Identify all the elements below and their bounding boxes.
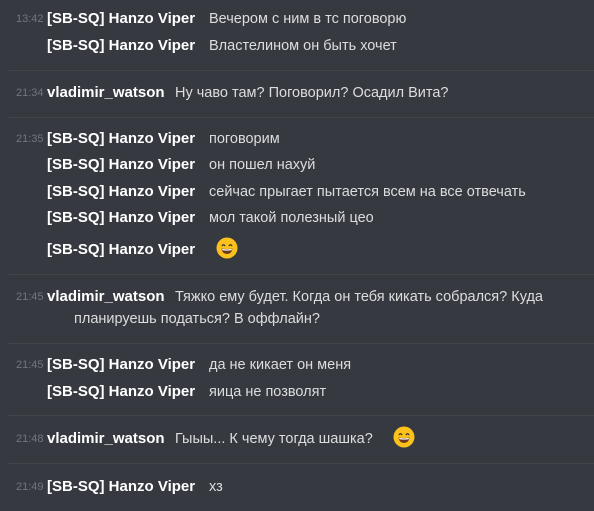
timestamp: 21:48: [16, 433, 44, 445]
message-text: Властелином он быть хочет: [209, 38, 397, 54]
message-divider: [8, 343, 594, 344]
message-text: хз: [209, 479, 223, 495]
timestamp: 21:35: [16, 133, 44, 145]
message-text: планируешь податься? В оффлайн?: [74, 311, 320, 327]
author-name[interactable]: [SB-SQ] Hanzo Viper: [47, 477, 195, 497]
message-text: Тяжко ему будет. Когда он тебя кикать со…: [175, 289, 543, 305]
grinning-face-icon: [389, 426, 415, 448]
timestamp: 21:45: [16, 291, 44, 303]
timestamp: 13:42: [16, 13, 44, 25]
message-divider: [8, 463, 594, 464]
author-name[interactable]: [SB-SQ] Hanzo Viper: [47, 155, 195, 175]
author-name[interactable]: [SB-SQ] Hanzo Viper: [47, 240, 195, 260]
message-text: сейчас прыгает пытается всем на все отве…: [209, 184, 526, 200]
author-name[interactable]: [SB-SQ] Hanzo Viper: [47, 9, 195, 29]
message-text: да не кикает он меня: [209, 357, 352, 373]
message-text: поговорим: [209, 131, 280, 147]
message-text: Вечером с ним в тс поговорю: [209, 11, 407, 27]
author-name[interactable]: [SB-SQ] Hanzo Viper: [47, 208, 195, 228]
timestamp: 21:49: [16, 481, 44, 493]
author-name[interactable]: [SB-SQ] Hanzo Viper: [47, 382, 195, 402]
timestamp: 21:45: [16, 359, 44, 371]
timestamp: 21:34: [16, 87, 44, 99]
message-text: Гыыы... К чему тогда шашка?: [175, 431, 373, 447]
author-name[interactable]: vladimir_watson: [47, 429, 165, 449]
message-divider: [8, 117, 594, 118]
author-name[interactable]: [SB-SQ] Hanzo Viper: [47, 36, 195, 56]
message-divider: [8, 415, 594, 416]
author-name[interactable]: vladimir_watson: [47, 287, 165, 307]
author-name[interactable]: vladimir_watson: [47, 83, 165, 103]
message-text: Ну чаво там? Поговорил? Осадил Вита?: [175, 85, 449, 101]
message-text: он пошел нахуй: [209, 157, 316, 173]
author-name[interactable]: [SB-SQ] Hanzo Viper: [47, 182, 195, 202]
message-text: яица не позволят: [209, 384, 327, 400]
message-text: мол такой полезный цео: [209, 210, 374, 226]
author-name[interactable]: [SB-SQ] Hanzo Viper: [47, 129, 195, 149]
message-divider: [8, 274, 594, 275]
author-name[interactable]: [SB-SQ] Hanzo Viper: [47, 355, 195, 375]
grinning-face-icon: [212, 237, 238, 259]
message-divider: [8, 70, 594, 71]
